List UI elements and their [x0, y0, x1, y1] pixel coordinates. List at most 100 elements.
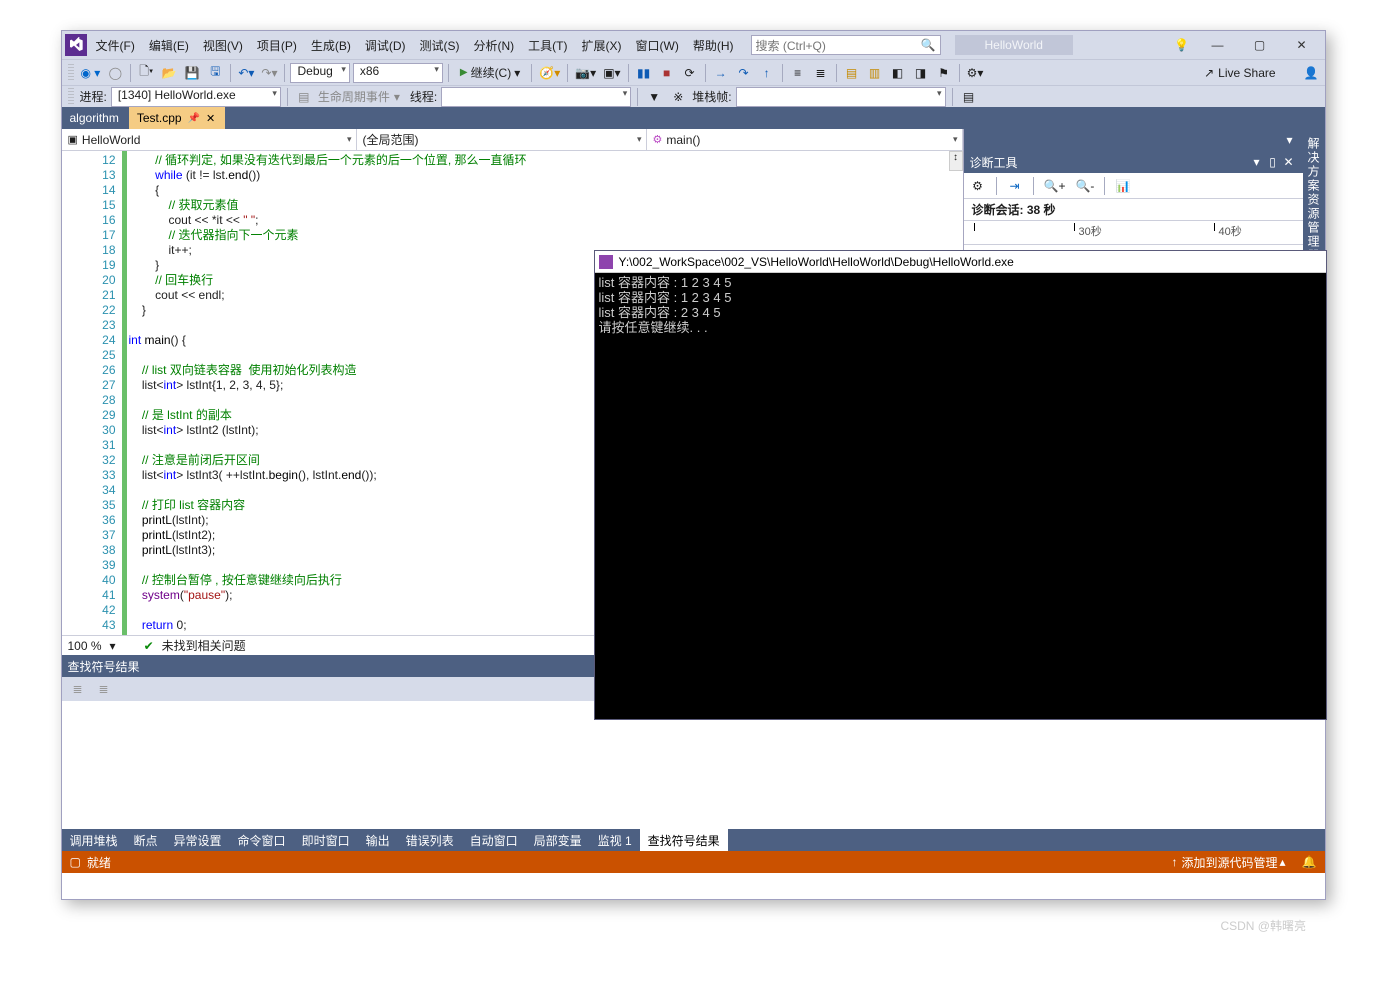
- bottom-tab-0[interactable]: 调用堆栈: [62, 829, 126, 851]
- menu-扩展(X)[interactable]: 扩展(X): [575, 36, 629, 56]
- tab-testcpp[interactable]: Test.cpp 📌 ✕: [129, 107, 225, 129]
- bookmark-left-button[interactable]: ◧: [888, 63, 908, 83]
- menu-项目(P)[interactable]: 项目(P): [250, 36, 304, 56]
- notification-icon[interactable]: 💡: [1172, 35, 1192, 55]
- menu-编辑(E)[interactable]: 编辑(E): [142, 36, 196, 56]
- diag-menu-icon[interactable]: ▾: [1249, 155, 1265, 169]
- scm-dropdown-icon[interactable]: ▴: [1280, 855, 1286, 869]
- bottom-tab-6[interactable]: 错误列表: [398, 829, 462, 851]
- continue-button[interactable]: ▶继续(C) ▾: [454, 63, 526, 83]
- lifecycle-icon[interactable]: ▤: [294, 87, 314, 107]
- feedback-icon[interactable]: 👤: [1304, 66, 1319, 80]
- thread-dropdown[interactable]: [441, 87, 631, 107]
- shot2-button[interactable]: ▣▾: [601, 63, 622, 83]
- process-dropdown[interactable]: [1340] HelloWorld.exe: [111, 87, 281, 107]
- shot-button[interactable]: 📷▾: [573, 63, 598, 83]
- bottom-tab-2[interactable]: 异常设置: [166, 829, 230, 851]
- menu-调试(D)[interactable]: 调试(D): [358, 36, 413, 56]
- search-input[interactable]: 搜索 (Ctrl+Q) 🔍: [751, 35, 941, 55]
- menu-帮助(H)[interactable]: 帮助(H): [686, 36, 741, 56]
- menu-工具(T)[interactable]: 工具(T): [521, 36, 574, 56]
- tab-close-icon[interactable]: ✕: [206, 112, 215, 125]
- uncomment-button[interactable]: ▥: [865, 63, 885, 83]
- diag-pin-icon[interactable]: ▯: [1265, 155, 1281, 169]
- platform-dropdown[interactable]: x86: [353, 63, 443, 83]
- menu-视图(V)[interactable]: 视图(V): [196, 36, 250, 56]
- diag-zoomout-icon[interactable]: 🔍-: [1073, 176, 1096, 196]
- grip-icon: [68, 88, 74, 106]
- settings-togg[interactable]: ⚙▾: [965, 63, 986, 83]
- zoom-dropdown[interactable]: 100 %: [68, 639, 102, 653]
- console-icon: [599, 255, 613, 269]
- open-button[interactable]: 📂: [159, 63, 179, 83]
- comment-button[interactable]: ▤: [842, 63, 862, 83]
- stop-button[interactable]: ■: [657, 63, 677, 83]
- bottom-tab-5[interactable]: 输出: [358, 829, 398, 851]
- pin-icon[interactable]: 📌: [188, 113, 200, 124]
- nav-scope[interactable]: ▣HelloWorld: [62, 129, 357, 150]
- stepinto-button[interactable]: →: [711, 63, 731, 83]
- restart-button[interactable]: ⟳: [680, 63, 700, 83]
- config-dropdown[interactable]: Debug: [290, 63, 349, 83]
- maximize-button[interactable]: ▢: [1240, 33, 1280, 57]
- console-titlebar[interactable]: Y:\002_WorkSpace\002_VS\HelloWorld\Hello…: [595, 251, 1326, 273]
- diag-title: 诊断工具: [970, 154, 1018, 171]
- process-label: 进程:: [80, 88, 107, 105]
- search-placeholder: 搜索 (Ctrl+Q): [756, 37, 826, 54]
- bottom-tab-8[interactable]: 局部变量: [526, 829, 590, 851]
- scm-button[interactable]: 添加到源代码管理: [1182, 854, 1278, 871]
- bottom-tab-10[interactable]: 查找符号结果: [640, 829, 728, 851]
- split-button[interactable]: ↕: [949, 151, 963, 171]
- diag-graph-icon[interactable]: 📊: [1113, 176, 1133, 196]
- menu-窗口(W)[interactable]: 窗口(W): [629, 36, 686, 56]
- lifecycle-label: 生命周期事件: [318, 88, 390, 105]
- bell-icon[interactable]: 🔔: [1302, 855, 1317, 869]
- menu-生成(B)[interactable]: 生成(B): [304, 36, 358, 56]
- menu-文件(F)[interactable]: 文件(F): [89, 36, 142, 56]
- nav-fwd-button[interactable]: ◯: [105, 63, 125, 83]
- bookmark-right-button[interactable]: ◨: [911, 63, 931, 83]
- tab-algorithm[interactable]: algorithm: [62, 107, 129, 129]
- bottom-tab-1[interactable]: 断点: [126, 829, 166, 851]
- bottom-tab-7[interactable]: 自动窗口: [462, 829, 526, 851]
- line-gutter: 1213141516171819202122232425262728293031…: [62, 151, 122, 635]
- diag-exit-icon[interactable]: ⇥: [1005, 176, 1025, 196]
- find-outdent-icon[interactable]: ≣: [94, 679, 114, 699]
- bottom-tab-9[interactable]: 监视 1: [590, 829, 640, 851]
- undo-button[interactable]: ↶▾: [236, 63, 256, 83]
- stepover-button[interactable]: ↷: [734, 63, 754, 83]
- process-toolbar: 进程: [1340] HelloWorld.exe ▤ 生命周期事件 ▾ 线程:…: [62, 85, 1325, 107]
- diag-toolbar: ⚙ ⇥ 🔍+ 🔍- 📊: [964, 173, 1303, 199]
- diag-settings-icon[interactable]: ⚙: [968, 176, 988, 196]
- indent-left-button[interactable]: ≡: [788, 63, 808, 83]
- stack-icon[interactable]: ※: [668, 87, 688, 107]
- menu-测试(S)[interactable]: 测试(S): [413, 36, 467, 56]
- liveshare-button[interactable]: Live Share: [1218, 66, 1275, 80]
- diag-ruler: 30秒 40秒: [964, 221, 1303, 245]
- nav-back-button[interactable]: ◉ ▾: [79, 63, 103, 83]
- redo-button[interactable]: ↷▾: [259, 63, 279, 83]
- tab-overflow-icon[interactable]: ▾: [1281, 133, 1299, 147]
- filter-button[interactable]: ▼: [644, 87, 664, 107]
- save-button[interactable]: 💾: [182, 63, 202, 83]
- diag-close-icon[interactable]: ✕: [1281, 155, 1297, 169]
- close-button[interactable]: ✕: [1282, 33, 1322, 57]
- indent-right-button[interactable]: ≣: [811, 63, 831, 83]
- bottom-tab-4[interactable]: 即时窗口: [294, 829, 358, 851]
- saveall-button[interactable]: 🖫: [205, 63, 225, 83]
- bottom-tab-3[interactable]: 命令窗口: [230, 829, 294, 851]
- menu-分析(N)[interactable]: 分析(N): [467, 36, 522, 56]
- more-button[interactable]: ▤: [959, 87, 979, 107]
- browser-button[interactable]: 🧭▾: [537, 63, 562, 83]
- nav-func[interactable]: ⚙main(): [647, 129, 963, 150]
- console-window[interactable]: Y:\002_WorkSpace\002_VS\HelloWorld\Hello…: [594, 250, 1327, 720]
- stack-dropdown[interactable]: [736, 87, 946, 107]
- find-indent-icon[interactable]: ≣: [68, 679, 88, 699]
- new-button[interactable]: 🗋▾: [136, 63, 156, 83]
- stepout-button[interactable]: ↑: [757, 63, 777, 83]
- minimize-button[interactable]: —: [1198, 33, 1238, 57]
- pause-button[interactable]: ▮▮: [634, 63, 654, 83]
- diag-zoomin-icon[interactable]: 🔍+: [1042, 176, 1068, 196]
- flag-button[interactable]: ⚑: [934, 63, 954, 83]
- nav-funcscope[interactable]: (全局范围): [357, 129, 647, 150]
